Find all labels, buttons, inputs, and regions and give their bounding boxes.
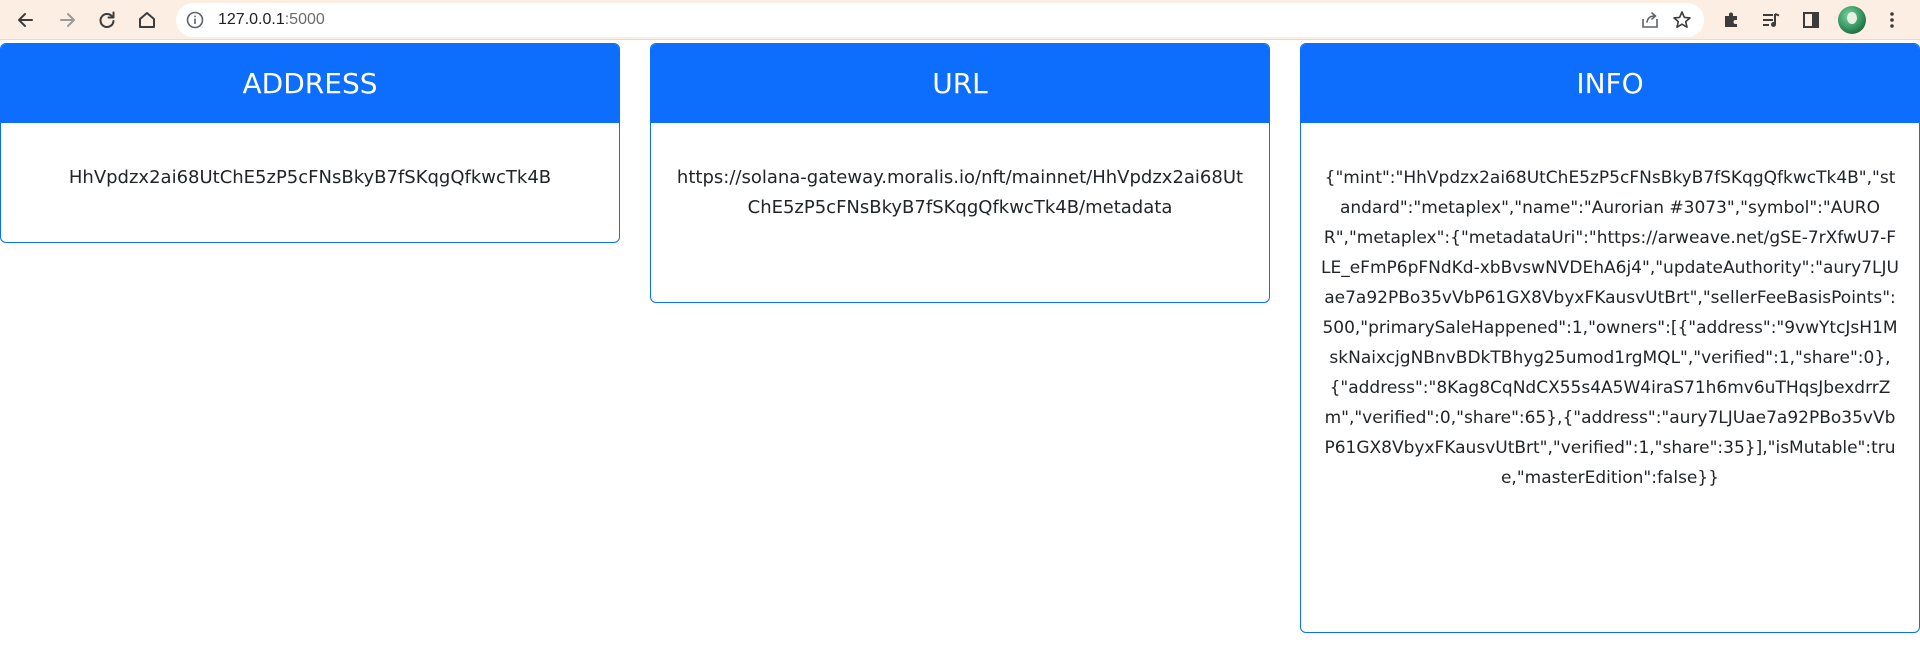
address-bar-url: 127.0.0.1:5000 (218, 3, 325, 37)
forward-button[interactable] (51, 4, 83, 36)
info-card: INFO {"mint":"HhVpdzx2ai68UtChE5zP5cFNsB… (1300, 43, 1920, 633)
side-panel-button[interactable] (1795, 4, 1827, 36)
info-icon[interactable] (186, 11, 204, 29)
share-icon[interactable] (1640, 10, 1660, 30)
home-button[interactable] (131, 4, 163, 36)
kebab-menu-icon (1890, 12, 1894, 28)
address-port: :5000 (284, 11, 325, 28)
menu-button[interactable] (1876, 4, 1908, 36)
reload-icon (99, 11, 115, 28)
url-card-title: URL (651, 44, 1269, 123)
url-card-content: https://solana-gateway.moralis.io/nft/ma… (676, 167, 1244, 218)
info-card-title: INFO (1301, 44, 1919, 123)
address-card: ADDRESS HhVpdzx2ai68UtChE5zP5cFNsBkyB7fS… (0, 43, 620, 243)
info-card-content: {"mint":"HhVpdzx2ai68UtChE5zP5cFNsBkyB7f… (1321, 168, 1899, 488)
address-card-content: HhVpdzx2ai68UtChE5zP5cFNsBkyB7fSKqgQfkwc… (68, 167, 552, 188)
puzzle-icon (1725, 12, 1737, 27)
extensions-button[interactable] (1715, 4, 1747, 36)
media-control-button[interactable] (1755, 4, 1787, 36)
side-panel-icon (1803, 12, 1819, 28)
browser-toolbar: 127.0.0.1:5000 (0, 0, 1920, 40)
home-icon (139, 12, 155, 28)
arrow-right-icon (60, 13, 75, 27)
url-card: URL https://solana-gateway.moralis.io/nf… (650, 43, 1270, 303)
address-card-title: ADDRESS (1, 44, 619, 123)
reload-button[interactable] (91, 4, 123, 36)
star-icon[interactable] (1672, 10, 1692, 30)
address-host: 127.0.0.1 (218, 11, 285, 28)
media-control-icon (1763, 13, 1780, 27)
arrow-left-icon (18, 13, 33, 27)
back-button[interactable] (10, 4, 42, 36)
address-bar[interactable]: 127.0.0.1:5000 (176, 3, 1704, 37)
profile-avatar[interactable] (1838, 6, 1866, 34)
